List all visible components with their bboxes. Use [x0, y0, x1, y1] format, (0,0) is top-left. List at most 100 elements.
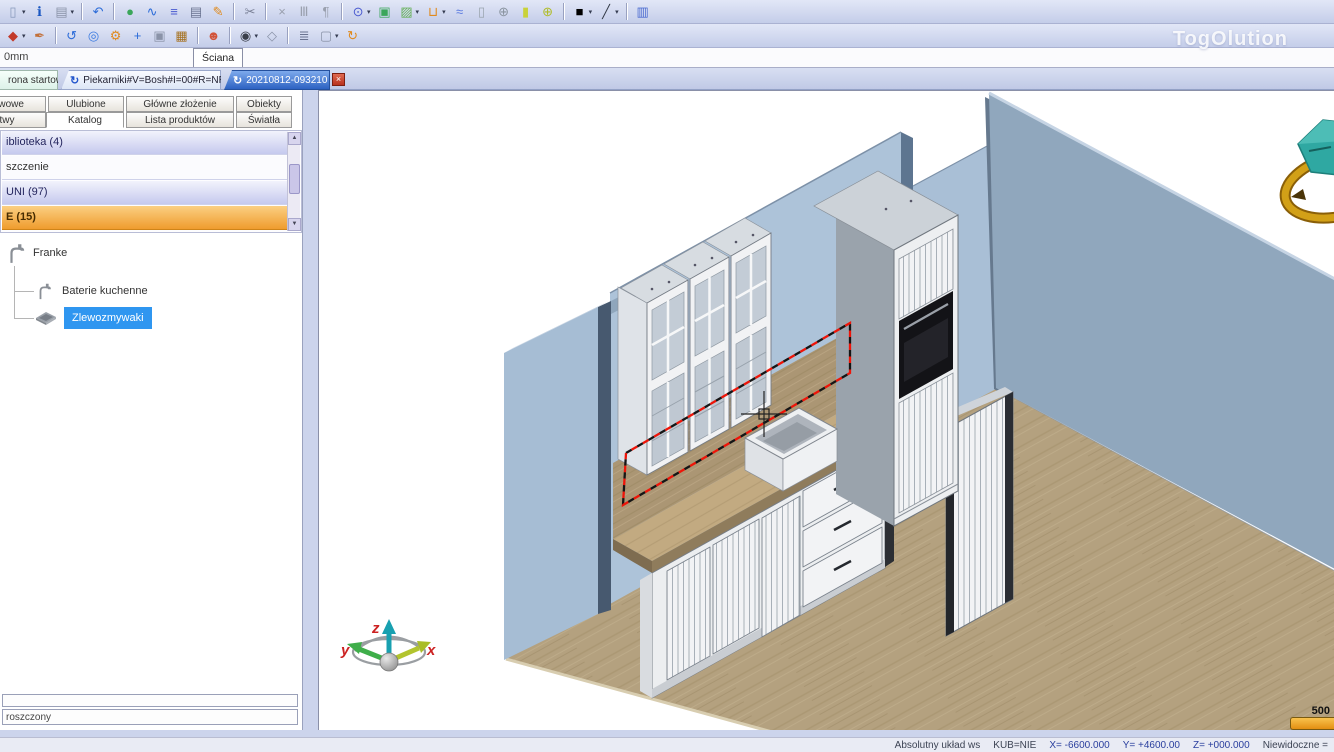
column-yellow-icon[interactable]: ▮ — [516, 2, 536, 22]
dropdown-arrow-icon[interactable]: ▾ — [367, 8, 371, 16]
edit-tool-icon[interactable]: ✎ — [208, 2, 228, 22]
toolbar-separator — [233, 3, 235, 20]
print-icon[interactable]: ▤▾ — [52, 2, 77, 22]
edit-tool-icon: ✎ — [210, 2, 226, 22]
panel-tab-obiekty[interactable]: Obiekty — [236, 96, 292, 112]
panel-tab-swiatla[interactable]: Światła — [236, 112, 292, 128]
spray-icon[interactable]: ≈ — [450, 2, 470, 22]
snap-point-icon[interactable]: ● — [120, 2, 140, 22]
undo-view-icon[interactable]: ↺ — [62, 26, 82, 46]
cut-icon[interactable]: ✂ — [240, 2, 260, 22]
dropdown-arrow-icon[interactable]: ▾ — [71, 8, 75, 16]
layers-icon[interactable]: ≣ — [294, 26, 314, 46]
tab-start-page[interactable]: rona startowa — [0, 70, 58, 90]
dropdown-arrow-icon[interactable]: ▾ — [442, 8, 446, 16]
erase-icon: × — [274, 2, 290, 22]
list-item-selected[interactable]: E (15) — [2, 206, 288, 230]
offset-value-field[interactable]: 0mm — [4, 51, 28, 63]
column-gray-icon: ▯ — [474, 2, 490, 22]
window-panel-icon: ▥ — [635, 2, 651, 22]
page-preview-icon: ▢ — [318, 26, 334, 46]
status-bar: Absolutny układ ws KUB=NIE X= -6600.000 … — [0, 737, 1334, 752]
panel-tab-ulubione[interactable]: Ulubione — [48, 96, 124, 112]
list-scrollbar[interactable]: ▲ ▼ — [287, 132, 300, 231]
zoom-icon[interactable]: ⊙▾ — [348, 2, 373, 22]
tree-node-zlewozmywaki[interactable]: Zlewozmywaki — [34, 304, 152, 332]
panel-tab-katalog[interactable]: Katalog — [46, 112, 124, 128]
page-preview-icon[interactable]: ▢▾ — [316, 26, 341, 46]
toolbar-separator — [563, 3, 565, 20]
toolbar-separator — [287, 27, 289, 44]
close-tab-icon[interactable]: × — [332, 73, 345, 86]
image-icon[interactable]: ▨▾ — [397, 2, 422, 22]
panel-tab-podstawowe[interactable]: tawowe — [0, 96, 46, 112]
scrollbar-thumb[interactable] — [289, 164, 300, 194]
frame-icon: ▣ — [377, 2, 393, 22]
print-icon: ▤ — [54, 2, 70, 22]
stamp-icon[interactable]: ✒ — [30, 26, 50, 46]
axis-y-label: y — [340, 642, 350, 659]
scroll-down-icon[interactable]: ▼ — [288, 218, 301, 231]
tab-active-project[interactable]: ↻ 20210812-093210 * — [224, 70, 330, 90]
bolt-yellow-icon[interactable]: ⊕ — [538, 2, 558, 22]
axis-gizmo: z y x — [340, 619, 436, 671]
panel-tab-listwy[interactable]: twy — [0, 112, 46, 128]
dropdown-arrow-icon[interactable]: ▾ — [589, 8, 593, 16]
undo-icon[interactable]: ↶ — [88, 2, 108, 22]
rotate-view-icon[interactable]: ↻ — [343, 26, 363, 46]
faucet-icon — [36, 281, 54, 301]
viewport-3d[interactable]: z y x 500 — [318, 90, 1334, 737]
window-panel-icon[interactable]: ▥ — [633, 2, 653, 22]
dropdown-arrow-icon[interactable]: ▾ — [615, 8, 619, 16]
panel-tab-lista-produktow[interactable]: Lista produktów — [126, 112, 234, 128]
paint-pot-icon[interactable]: ◎ — [84, 26, 104, 46]
column-gray-icon[interactable]: ▯ — [472, 2, 492, 22]
color-swatch-icon[interactable]: ■▾ — [570, 2, 595, 22]
bolt-gray-icon[interactable]: ⊕ — [494, 2, 514, 22]
dropdown-arrow-icon[interactable]: ▾ — [22, 32, 26, 40]
move-icon[interactable]: + — [128, 26, 148, 46]
hatch-lines-icon[interactable]: ≡ — [164, 2, 184, 22]
list-item-szczenie[interactable]: szczenie — [2, 156, 288, 180]
wall-name-tab[interactable]: Ściana — [193, 48, 243, 67]
toolbar-separator — [81, 3, 83, 20]
visibility-eye-icon[interactable]: ◉▾ — [236, 26, 261, 46]
hatch-lines-icon: ≡ — [166, 2, 182, 22]
list-item-uni[interactable]: UNI (97) — [2, 181, 288, 205]
info-icon[interactable]: ℹ — [30, 2, 50, 22]
tree-node-baterie-kuchenne[interactable]: Baterie kuchenne — [36, 280, 148, 302]
wireframe-cube-icon[interactable]: ◇ — [262, 26, 282, 46]
paint-bucket-icon[interactable]: ⊔▾ — [423, 2, 448, 22]
frame-icon[interactable]: ▣ — [375, 2, 395, 22]
dropdown-arrow-icon[interactable]: ▾ — [416, 8, 420, 16]
draw-curve-icon[interactable]: ∿ — [142, 2, 162, 22]
main-toolbar: ▯▾ℹ▤▾↶●∿≡▤✎✂×Ⅲ¶⊙▾▣▨▾⊔▾≈▯⊕▮⊕■▾╱▾▥ — [0, 0, 1334, 24]
wrench-icon[interactable]: ⚙ — [106, 26, 126, 46]
erase-icon[interactable]: × — [272, 2, 292, 22]
dropdown-arrow-icon[interactable]: ▾ — [255, 32, 259, 40]
navigation-compass[interactable] — [1278, 120, 1334, 228]
walk-mode-icon[interactable]: ☻ — [204, 26, 224, 46]
bolt-gray-icon: ⊕ — [496, 2, 512, 22]
panel-tab-glowne-zlozenie[interactable]: Główne złożenie — [126, 96, 234, 112]
list-item-biblioteka[interactable]: iblioteka (4) — [2, 131, 288, 155]
sink-icon — [34, 308, 58, 328]
scroll-up-icon[interactable]: ▲ — [288, 132, 301, 145]
mirror-icon[interactable]: ¶ — [316, 2, 336, 22]
new-drawing-icon[interactable]: ▯▾ — [3, 2, 28, 22]
toolbar-separator — [197, 27, 199, 44]
material-fill-icon[interactable]: ◆▾ — [3, 26, 28, 46]
dropdown-arrow-icon[interactable]: ▾ — [335, 32, 339, 40]
array-columns-icon[interactable]: Ⅲ — [294, 2, 314, 22]
keyboard-icon[interactable]: ▤ — [186, 2, 206, 22]
copy-icon[interactable]: ▣ — [150, 26, 170, 46]
dropdown-arrow-icon[interactable]: ▾ — [22, 8, 26, 16]
line-style-icon[interactable]: ╱▾ — [596, 2, 621, 22]
tab-piekarniki[interactable]: ↻ Piekarniki#V=Bosh#I=00#R=NR — [61, 70, 221, 90]
tree-node-franke[interactable]: Franke — [6, 240, 67, 266]
cut-icon: ✂ — [242, 2, 258, 22]
paint-pot-icon: ◎ — [86, 26, 102, 46]
archive-box-icon[interactable]: ▦ — [172, 26, 192, 46]
faucet-icon — [6, 241, 28, 265]
axis-z-label: z — [371, 620, 380, 637]
